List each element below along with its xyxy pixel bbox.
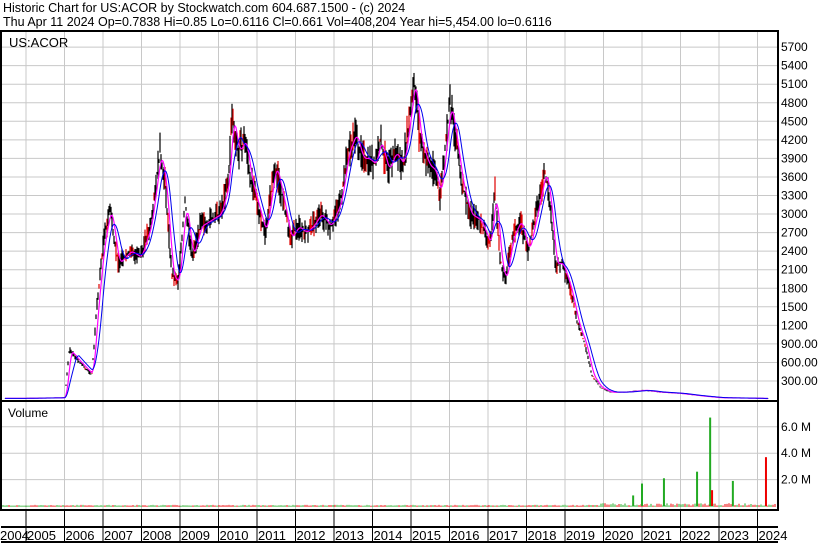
x-tick-label: 2019 xyxy=(566,528,595,543)
y-tick-label: 3300 xyxy=(781,189,808,203)
volume-spike-bar xyxy=(662,478,665,506)
x-tick-label: 2009 xyxy=(181,528,210,543)
x-tick-label: 2022 xyxy=(682,528,711,543)
x-tick-label: 2015 xyxy=(412,528,441,543)
volume-panel-frame xyxy=(0,400,779,511)
x-tick-label: 2008 xyxy=(143,528,172,543)
x-tick-label: 2020 xyxy=(605,528,634,543)
y-tick-label: 2100 xyxy=(781,263,808,277)
y-tick-label: 5100 xyxy=(781,77,808,91)
price-panel-frame xyxy=(0,30,779,402)
x-tick-label: 2013 xyxy=(335,528,364,543)
x-tick-label: 2017 xyxy=(489,528,518,543)
y-tick-label: 3900 xyxy=(781,151,808,165)
y-tick-label: 3600 xyxy=(781,170,808,184)
short-moving-average-line xyxy=(5,88,769,400)
y-tick-label: 4800 xyxy=(781,96,808,110)
x-tick-label: 2012 xyxy=(297,528,326,543)
stock-chart: Historic Chart for US:ACOR by Stockwatch… xyxy=(0,0,830,543)
volume-spike-bar xyxy=(711,490,714,506)
x-tick-label: 2006 xyxy=(66,528,95,543)
y-tick-label: 1800 xyxy=(781,281,808,295)
x-tick-label: 2018 xyxy=(528,528,557,543)
chart-title: Historic Chart for US:ACOR by Stockwatch… xyxy=(3,1,405,15)
x-tick-label: 2014 xyxy=(374,528,403,543)
y-tick-label: 600.00 xyxy=(781,355,818,369)
x-tick-label: 2011 xyxy=(258,528,286,543)
y-tick-label: 1200 xyxy=(781,318,808,332)
volume-tick-label: 6.0 M xyxy=(781,420,811,434)
y-tick-label: 1500 xyxy=(781,300,808,314)
y-tick-label: 2400 xyxy=(781,244,808,258)
quote-line: Thu Apr 11 2024 Op=0.7838 Hi=0.85 Lo=0.6… xyxy=(3,15,552,29)
x-tick-label: 2010 xyxy=(220,528,249,543)
y-tick-label: 300.00 xyxy=(781,374,818,388)
x-tick-label: 2005 xyxy=(27,528,56,543)
volume-spike-bar xyxy=(764,457,767,506)
y-tick-label: 900.00 xyxy=(781,337,818,351)
x-tick-label: 2021 xyxy=(643,528,672,543)
y-tick-label: 3000 xyxy=(781,207,808,221)
x-tick-label: 2024 xyxy=(759,528,788,543)
y-tick-label: 2700 xyxy=(781,226,808,240)
volume-spike-bar xyxy=(696,471,699,506)
x-tick-label: 2016 xyxy=(451,528,480,543)
symbol-label: US:ACOR xyxy=(9,35,68,50)
volume-spike-bar xyxy=(731,480,734,506)
x-tick-label: 2007 xyxy=(104,528,133,543)
volume-spike-bar xyxy=(709,417,712,506)
volume-spike-bar xyxy=(632,495,635,506)
y-tick-label: 4200 xyxy=(781,133,808,147)
volume-spike-bar xyxy=(641,483,643,506)
volume-tick-label: 4.0 M xyxy=(781,446,811,460)
x-tick-label: 2023 xyxy=(720,528,749,543)
y-tick-label: 5700 xyxy=(781,40,808,54)
volume-tick-label: 2.0 M xyxy=(781,473,811,487)
x-tick-label: 2004 xyxy=(0,528,29,543)
chart-svg: Historic Chart for US:ACOR by Stockwatch… xyxy=(0,1,818,543)
volume-label: Volume xyxy=(8,406,48,420)
y-tick-label: 5400 xyxy=(781,59,808,73)
y-tick-label: 4500 xyxy=(781,114,808,128)
